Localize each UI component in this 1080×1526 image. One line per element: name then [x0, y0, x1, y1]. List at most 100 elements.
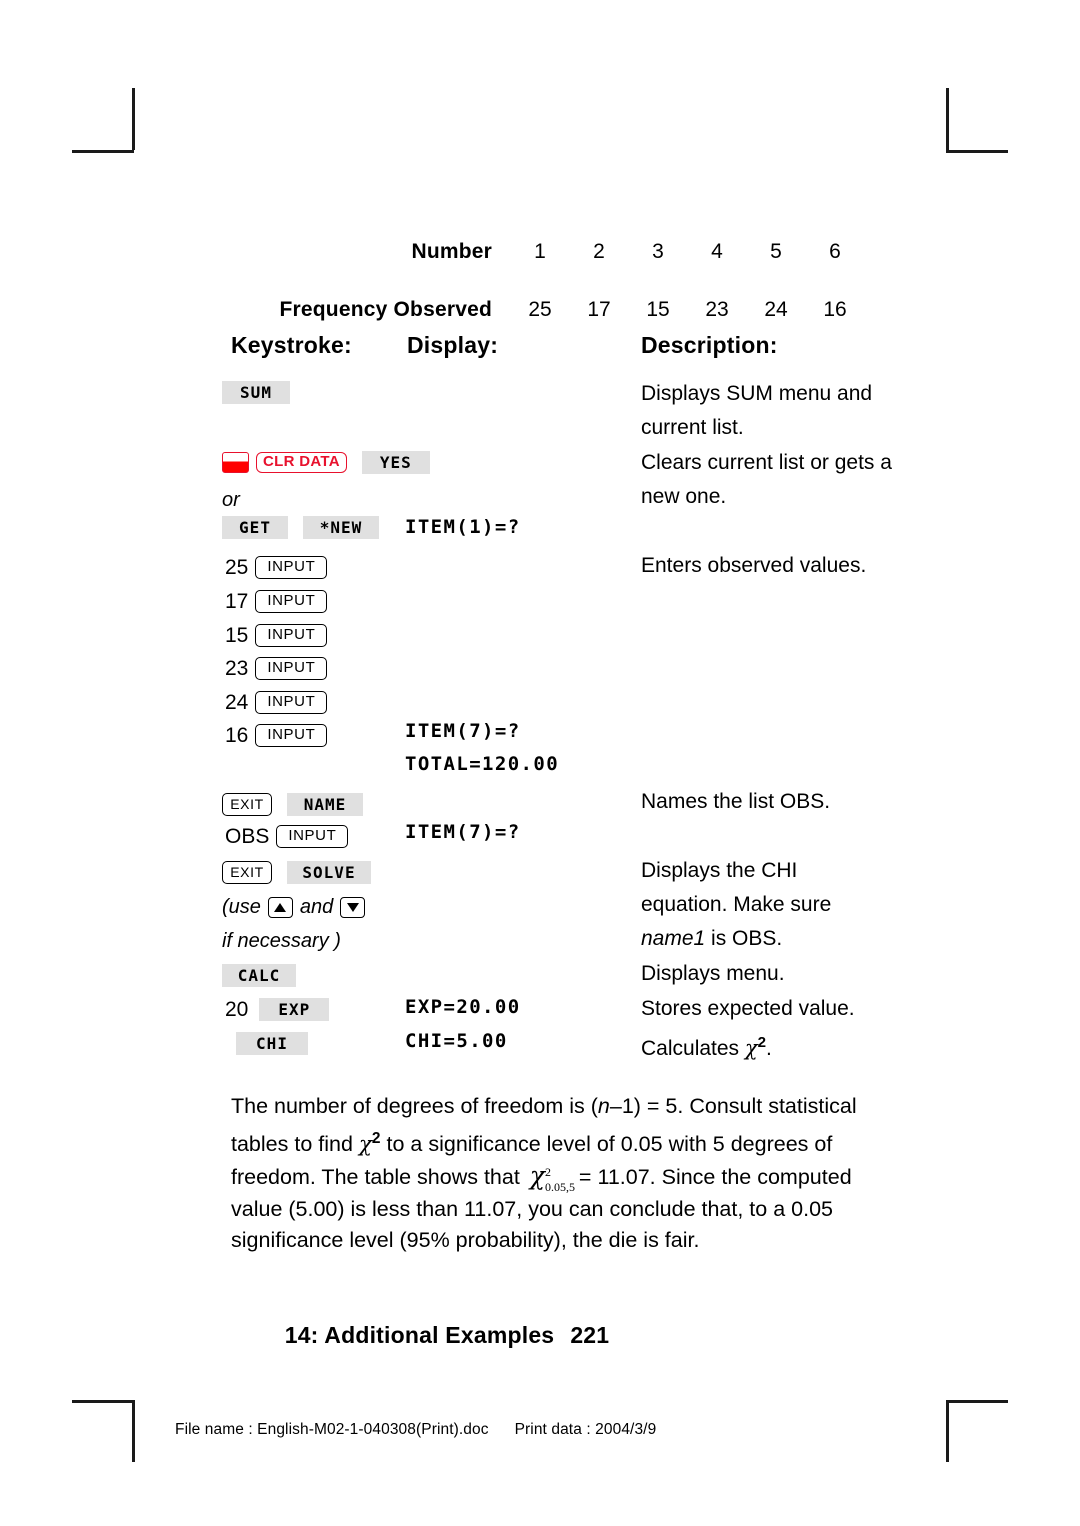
keystroke-row-exp: 20 EXP: [225, 995, 330, 1023]
key-name[interactable]: NAME: [287, 792, 363, 816]
key-clr-data[interactable]: CLR DATA: [256, 451, 347, 473]
key-input[interactable]: INPUT: [255, 589, 328, 613]
value-20: 20: [225, 997, 249, 1021]
key-new[interactable]: *NEW: [303, 515, 379, 539]
chi-period: .: [766, 1037, 772, 1060]
chi-squared-notation: χ 2 0.05,5: [529, 1160, 575, 1194]
value-25: 25: [225, 555, 249, 579]
chi-symbol: χ: [744, 1036, 758, 1060]
key-input[interactable]: INPUT: [255, 656, 328, 680]
keystroke-row-input-16: 16 INPUT: [225, 721, 328, 749]
label-use-close: if necessary ): [222, 930, 341, 952]
display-item-7-a: ITEM(7)=?: [405, 720, 521, 742]
display-total: TOTAL=120.00: [405, 753, 560, 775]
description-calculates-chi: Calculates χ2.: [641, 1032, 772, 1059]
heading-description: Description:: [641, 332, 778, 358]
description-solve-line1: Displays the CHI: [641, 859, 798, 882]
display-item-1: ITEM(1)=?: [405, 516, 521, 538]
key-input[interactable]: INPUT: [255, 723, 328, 747]
key-input[interactable]: INPUT: [255, 690, 328, 714]
arrow-up-icon[interactable]: [267, 896, 293, 918]
cell-frequency-6: 16: [823, 298, 847, 321]
keystroke-row-chi: CHI: [236, 1029, 308, 1057]
value-24: 24: [225, 690, 249, 714]
para-chi-symbol: χ: [358, 1131, 372, 1157]
display-exp: EXP=20.00: [405, 996, 521, 1018]
cell-frequency-4: 23: [705, 298, 729, 321]
print-footer-file-name: File name : English-M02-1-040308(Print).…: [175, 1421, 489, 1438]
key-exit[interactable]: EXIT: [222, 792, 272, 816]
description-calculates-text: Calculates: [641, 1037, 745, 1060]
keystroke-row-input-17: 17 INPUT: [225, 587, 328, 615]
key-input[interactable]: INPUT: [276, 824, 349, 848]
value-15: 15: [225, 623, 249, 647]
keystroke-row-arrow-note-cont: if necessary ): [222, 927, 341, 955]
heading-display: Display:: [407, 332, 499, 358]
chi-sub-subscript: 0.05,5: [544, 1180, 575, 1195]
cell-number-1: 1: [534, 240, 546, 263]
para-var-n: n: [597, 1094, 610, 1118]
print-footer-print-date: Print data : 2004/3/9: [514, 1421, 657, 1438]
cell-number-2: 2: [593, 240, 605, 263]
keystroke-row-obs-input: OBS INPUT: [225, 822, 349, 850]
keystroke-row-get-new: GET *NEW: [222, 513, 379, 541]
value-17: 17: [225, 589, 249, 613]
row-label-number: Number: [411, 240, 492, 263]
cell-frequency-5: 24: [764, 298, 788, 321]
key-yes[interactable]: YES: [361, 450, 430, 474]
para-chi-superscript: 2: [371, 1129, 381, 1147]
cell-frequency-1: 25: [528, 298, 552, 321]
arrow-down-icon[interactable]: [340, 896, 366, 918]
keystroke-row-input-23: 23 INPUT: [225, 654, 328, 682]
description-name1-italic: name1: [641, 927, 706, 950]
description-displays-menu: Displays menu.: [641, 962, 785, 985]
shift-key-icon[interactable]: [222, 451, 249, 473]
description-clr-line2: new one.: [641, 485, 727, 508]
procedure-column-headings: Keystroke: Display: Description:: [0, 332, 1080, 366]
description-enters-values: Enters observed values.: [641, 554, 867, 577]
keystroke-row-input-24: 24 INPUT: [225, 688, 328, 716]
value-23: 23: [225, 656, 249, 680]
keystroke-row-exit-name: EXIT NAME: [222, 790, 363, 818]
display-item-7-b: ITEM(7)=?: [405, 821, 521, 843]
table-row: Frequency Observed 25 17 15 23 24 16: [230, 298, 890, 327]
cell-number-6: 6: [829, 240, 841, 263]
chapter-title: 14: Additional Examples: [284, 1322, 555, 1348]
chi-sub-symbol: χ: [529, 1161, 545, 1191]
key-input[interactable]: INPUT: [255, 555, 328, 579]
label-use-and: and: [299, 896, 334, 918]
keystroke-row-arrow-note: (use and: [222, 893, 366, 921]
keystroke-row-clr-data: CLR DATA YES: [222, 448, 430, 476]
key-get[interactable]: GET: [222, 515, 288, 539]
value-16: 16: [225, 723, 249, 747]
key-sum[interactable]: SUM: [222, 380, 290, 404]
label-use-open: (use: [222, 896, 261, 918]
keystroke-row-sum: SUM: [222, 378, 290, 406]
description-sum-line1: Displays SUM menu and: [641, 382, 873, 405]
chapter-footer: 14: Additional Examples 221: [0, 1322, 1080, 1349]
keystroke-row-or: or: [222, 486, 240, 514]
key-input[interactable]: INPUT: [255, 623, 328, 647]
key-solve[interactable]: SOLVE: [287, 860, 371, 884]
explanatory-paragraph: The number of degrees of freedom is (n–1…: [231, 1091, 891, 1257]
table-row: Number 1 2 3 4 5 6: [230, 240, 890, 269]
key-exit[interactable]: EXIT: [222, 860, 272, 884]
key-calc[interactable]: CALC: [222, 963, 296, 987]
cell-frequency-2: 17: [587, 298, 611, 321]
cell-number-5: 5: [770, 240, 782, 263]
key-exp[interactable]: EXP: [259, 997, 330, 1021]
cell-number-4: 4: [711, 240, 723, 263]
description-names-list: Names the list OBS.: [641, 790, 831, 813]
cell-frequency-3: 15: [646, 298, 670, 321]
page-number: 221: [570, 1322, 610, 1348]
chi-superscript: 2: [757, 1034, 767, 1051]
manual-page: Number 1 2 3 4 5 6 Frequency Observed 25…: [0, 0, 1080, 1526]
keystroke-row-input-25: 25 INPUT: [225, 553, 328, 581]
row-label-frequency-observed: Frequency Observed: [279, 298, 492, 321]
para-seg-1: The number of degrees of freedom is (: [231, 1094, 598, 1118]
print-footer: File name : English-M02-1-040308(Print).…: [175, 1421, 656, 1439]
heading-keystroke: Keystroke:: [231, 332, 352, 358]
display-chi: CHI=5.00: [405, 1030, 508, 1052]
key-chi[interactable]: CHI: [236, 1031, 308, 1055]
keystroke-row-input-15: 15 INPUT: [225, 621, 328, 649]
